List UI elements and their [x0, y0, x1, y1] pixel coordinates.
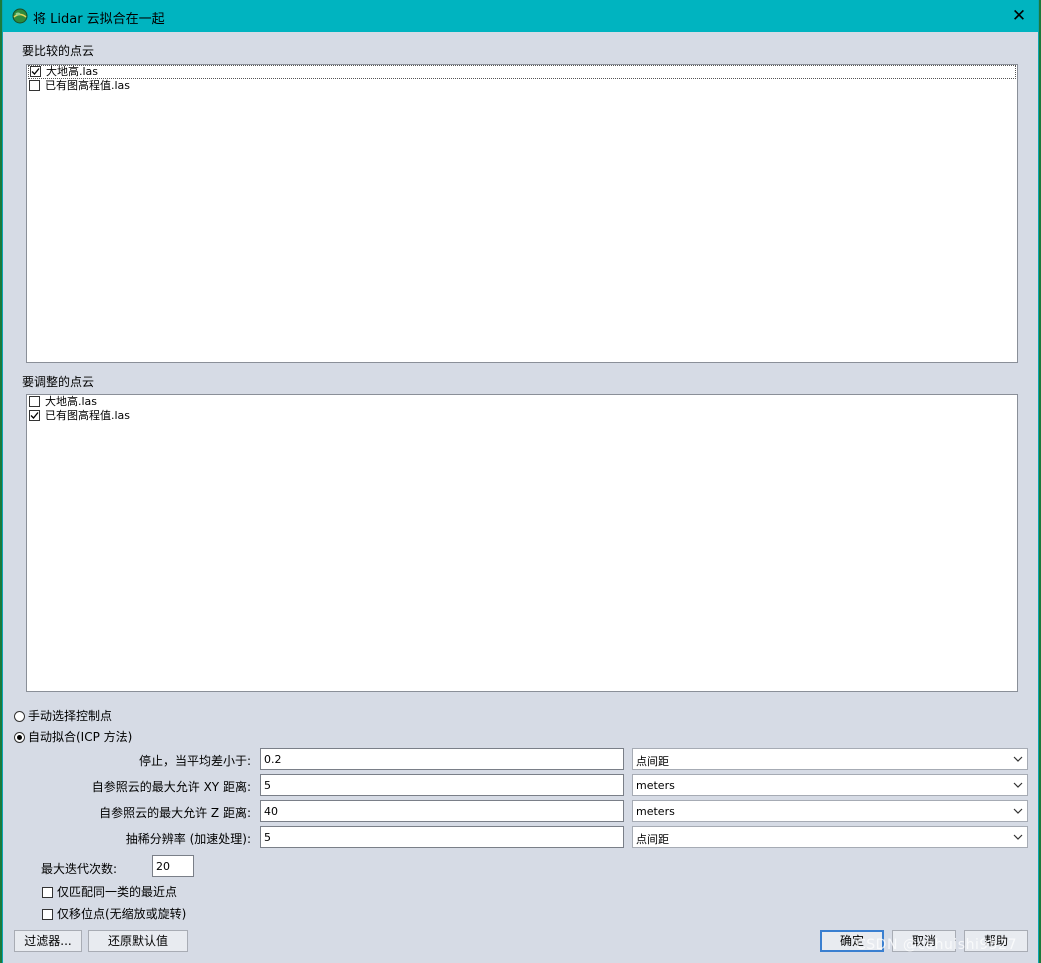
checkbox-icon[interactable] [42, 887, 53, 898]
match-same-class-option[interactable]: 仅匹配同一类的最近点 [42, 883, 177, 900]
manual-mode-label: 手动选择控制点 [28, 709, 113, 723]
thinning-resolution-label: 抽稀分辨率 (加速处理): [125, 832, 251, 846]
stop-threshold-unit-select[interactable]: 点间距 [632, 748, 1028, 770]
radio-selected-icon[interactable] [14, 732, 25, 743]
max-z-distance-unit-select[interactable]: meters [632, 800, 1028, 822]
cancel-button[interactable]: 取消 [892, 930, 956, 952]
manual-mode-radio[interactable]: 手动选择控制点 [14, 707, 112, 724]
filter-button[interactable]: 过滤器... [14, 930, 82, 952]
thinning-resolution-unit-select[interactable]: 点间距 [632, 826, 1028, 848]
auto-mode-label: 自动拟合(ICP 方法) [28, 730, 133, 744]
max-xy-distance-unit-select[interactable]: meters [632, 774, 1028, 796]
window-title: 将 Lidar 云拟合在一起 [33, 12, 165, 27]
select-value: 点间距 [636, 755, 669, 768]
ok-button[interactable]: 确定 [820, 930, 884, 952]
chevron-down-icon [1013, 808, 1023, 814]
max-xy-distance-label: 自参照云的最大允许 XY 距离: [91, 780, 251, 794]
list-item[interactable]: 已有图高程值.las [27, 409, 1017, 423]
select-value: meters [636, 805, 675, 818]
list-item-label: 已有图高程值.las [45, 409, 131, 422]
list-item-label: 大地高.las [45, 395, 98, 408]
list-item[interactable]: 已有图高程值.las [27, 79, 1017, 93]
checkbox-checked-icon[interactable] [29, 410, 40, 421]
checkbox-icon[interactable] [29, 396, 40, 407]
option-label: 仅移位点(无缩放或旋转) [57, 907, 187, 921]
checkbox-checked-icon[interactable] [30, 66, 41, 77]
list-item[interactable]: 大地高.las [28, 65, 1016, 79]
chevron-down-icon [1013, 834, 1023, 840]
checkbox-icon[interactable] [42, 909, 53, 920]
select-value: 点间距 [636, 833, 669, 846]
option-label: 仅匹配同一类的最近点 [57, 885, 178, 899]
globe-app-icon [12, 8, 28, 24]
checkbox-icon[interactable] [29, 80, 40, 91]
max-xy-distance-input[interactable] [260, 774, 624, 796]
title-bar: 将 Lidar 云拟合在一起 ✕ [3, 0, 1038, 32]
list-item-label: 大地高.las [46, 65, 99, 78]
close-icon[interactable]: ✕ [1008, 5, 1030, 27]
list-item[interactable]: 大地高.las [27, 395, 1017, 409]
chevron-down-icon [1013, 782, 1023, 788]
thinning-resolution-input[interactable] [260, 826, 624, 848]
max-iterations-label: 最大迭代次数: [41, 862, 118, 876]
stop-threshold-label: 停止，当平均差小于: [138, 754, 251, 768]
list-item-label: 已有图高程值.las [45, 79, 131, 92]
max-z-distance-label: 自参照云的最大允许 Z 距离: [99, 806, 251, 820]
shift-only-option[interactable]: 仅移位点(无缩放或旋转) [42, 905, 186, 922]
auto-mode-radio[interactable]: 自动拟合(ICP 方法) [14, 728, 132, 745]
dialog-window: 将 Lidar 云拟合在一起 ✕ 要比较的点云 大地高.las 已有图高程值.l… [2, 0, 1039, 963]
compare-list-label: 要比较的点云 [22, 44, 95, 58]
stop-threshold-input[interactable] [260, 748, 624, 770]
restore-defaults-button[interactable]: 还原默认值 [88, 930, 188, 952]
radio-icon[interactable] [14, 711, 25, 722]
adjust-cloud-list[interactable]: 大地高.las 已有图高程值.las [26, 394, 1018, 692]
help-button[interactable]: 帮助 [964, 930, 1028, 952]
max-iterations-input[interactable] [152, 855, 194, 877]
adjust-list-label: 要调整的点云 [22, 375, 95, 389]
chevron-down-icon [1013, 756, 1023, 762]
compare-cloud-list[interactable]: 大地高.las 已有图高程值.las [26, 64, 1018, 363]
select-value: meters [636, 779, 675, 792]
max-z-distance-input[interactable] [260, 800, 624, 822]
